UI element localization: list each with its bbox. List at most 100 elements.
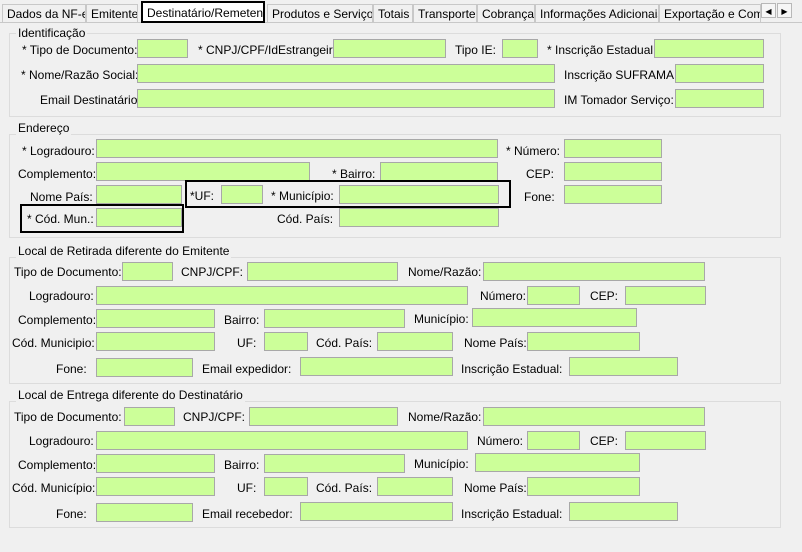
retirada-email-input[interactable] <box>300 357 453 376</box>
retirada-cnpj-cpf-input[interactable] <box>247 262 398 281</box>
retirada-cod-municipio-input[interactable] <box>96 332 215 351</box>
label-entrega-cod-pais: Cód. País: <box>316 481 373 495</box>
label-retirada-numero: Número: <box>480 289 527 303</box>
label-retirada-municipio: Município: <box>414 312 469 326</box>
im-tomador-input[interactable] <box>675 89 764 108</box>
label-entrega-cod-municipio: Cód. Município: <box>12 481 96 495</box>
cod-mun-input[interactable] <box>96 208 182 227</box>
cnpj-cpf-idestrangeiro-input[interactable] <box>333 39 446 58</box>
tab-produtos-servicos[interactable]: Produtos e Serviços <box>267 4 373 22</box>
entrega-tipo-documento-input[interactable] <box>124 407 175 426</box>
label-retirada-bairro: Bairro: <box>224 313 260 327</box>
label-im-tomador: IM Tomador Serviço: <box>564 93 674 107</box>
entrega-nome-pais-input[interactable] <box>527 477 640 496</box>
entrega-fone-input[interactable] <box>96 503 193 522</box>
entrega-uf-input[interactable] <box>264 477 308 496</box>
retirada-complemento-input[interactable] <box>96 309 215 328</box>
label-entrega-inscricao-estadual: Inscrição Estadual: <box>461 507 563 521</box>
retirada-nome-pais-input[interactable] <box>527 332 640 351</box>
tab-exportacao-compra[interactable]: Exportação e Compra <box>659 4 761 22</box>
retirada-cod-pais-input[interactable] <box>377 332 453 351</box>
retirada-numero-input[interactable] <box>527 286 580 305</box>
tab-strip: Dados da NF-e Emitente Destinatário/Reme… <box>0 0 802 24</box>
entrega-logradouro-input[interactable] <box>96 431 468 450</box>
label-fone: Fone: <box>524 190 555 204</box>
label-entrega-cep: CEP: <box>590 434 619 448</box>
label-logradouro: * Logradouro: <box>22 144 95 158</box>
label-entrega-nome-pais: Nome País: <box>464 481 527 495</box>
label-numero: * Número: <box>506 144 561 158</box>
label-retirada-fone: Fone: <box>56 362 87 376</box>
group-title-identificacao: Identificação <box>16 26 88 40</box>
cep-input[interactable] <box>564 162 662 181</box>
tipo-documento-input[interactable] <box>137 39 188 58</box>
municipio-input[interactable] <box>339 185 499 204</box>
numero-input[interactable] <box>564 139 662 158</box>
label-inscricao-estadual: * Inscrição Estadual: <box>547 43 657 57</box>
tab-scroll-right-icon[interactable]: ▶ <box>777 3 792 18</box>
entrega-municipio-input[interactable] <box>475 453 640 472</box>
bairro-input[interactable] <box>380 162 498 181</box>
retirada-inscricao-estadual-input[interactable] <box>569 357 678 376</box>
entrega-cod-municipio-input[interactable] <box>96 477 215 496</box>
tab-scroll-left-icon[interactable]: ◀ <box>761 3 776 18</box>
label-cod-pais: Cód. País: <box>277 212 334 226</box>
entrega-cod-pais-input[interactable] <box>377 477 453 496</box>
nome-razao-social-input[interactable] <box>137 64 555 83</box>
retirada-fone-input[interactable] <box>96 358 193 377</box>
label-cep: CEP: <box>526 167 555 181</box>
retirada-uf-input[interactable] <box>264 332 308 351</box>
entrega-email-input[interactable] <box>300 502 453 521</box>
label-entrega-complemento: Complemento: <box>18 458 97 472</box>
tab-transporte[interactable]: Transporte <box>413 4 477 22</box>
retirada-logradouro-input[interactable] <box>96 286 468 305</box>
entrega-cnpj-cpf-input[interactable] <box>249 407 398 426</box>
label-retirada-cep: CEP: <box>590 289 619 303</box>
nome-pais-input[interactable] <box>96 185 182 204</box>
label-retirada-nome-pais: Nome País: <box>464 336 527 350</box>
tab-destinatario-remetente[interactable]: Destinatário/Remetente <box>141 1 265 23</box>
entrega-complemento-input[interactable] <box>96 454 215 473</box>
retirada-cep-input[interactable] <box>625 286 706 305</box>
label-retirada-nome-razao: Nome/Razão: <box>408 265 482 279</box>
complemento-input[interactable] <box>96 162 310 181</box>
tab-totais[interactable]: Totais <box>373 4 413 22</box>
label-nome-pais: Nome País: <box>30 190 93 204</box>
label-retirada-cod-municipio: Cód. Municipio: <box>12 336 95 350</box>
label-uf: *UF: <box>190 189 214 203</box>
label-retirada-cod-pais: Cód. País: <box>316 336 373 350</box>
retirada-municipio-input[interactable] <box>472 308 637 327</box>
retirada-bairro-input[interactable] <box>264 309 405 328</box>
tipo-ie-input[interactable] <box>502 39 538 58</box>
entrega-bairro-input[interactable] <box>264 454 405 473</box>
tab-emitente[interactable]: Emitente <box>86 4 138 22</box>
tab-informacoes-adicionais[interactable]: Informações Adicionais <box>535 4 659 22</box>
label-retirada-logradouro: Logradouro: <box>29 289 94 303</box>
group-title-endereco: Endereço <box>16 121 72 135</box>
entrega-nome-razao-input[interactable] <box>483 407 705 426</box>
label-retirada-complemento: Complemento: <box>18 313 97 327</box>
tab-cobranca[interactable]: Cobrança <box>477 4 535 22</box>
tab-dados-nfe[interactable]: Dados da NF-e <box>2 4 86 22</box>
entrega-numero-input[interactable] <box>527 431 580 450</box>
fone-input[interactable] <box>564 185 662 204</box>
label-retirada-email: Email expedidor: <box>202 362 292 376</box>
cod-pais-input[interactable] <box>339 208 499 227</box>
retirada-tipo-documento-input[interactable] <box>122 262 173 281</box>
logradouro-input[interactable] <box>96 139 498 158</box>
label-complemento: Complemento: <box>18 167 97 181</box>
label-entrega-fone: Fone: <box>56 507 87 521</box>
label-retirada-uf: UF: <box>237 336 257 350</box>
label-retirada-tipo-documento: Tipo de Documento: <box>14 265 122 279</box>
inscricao-estadual-input[interactable] <box>654 39 764 58</box>
uf-input[interactable] <box>221 185 263 204</box>
entrega-inscricao-estadual-input[interactable] <box>569 502 678 521</box>
label-retirada-inscricao-estadual: Inscrição Estadual: <box>461 362 563 376</box>
email-destinatario-input[interactable] <box>137 89 555 108</box>
label-email-destinatario: Email Destinatário: <box>40 93 141 107</box>
inscricao-suframa-input[interactable] <box>675 64 764 83</box>
label-entrega-logradouro: Logradouro: <box>29 434 94 448</box>
label-bairro: * Bairro: <box>332 167 376 181</box>
retirada-nome-razao-input[interactable] <box>483 262 705 281</box>
entrega-cep-input[interactable] <box>625 431 706 450</box>
